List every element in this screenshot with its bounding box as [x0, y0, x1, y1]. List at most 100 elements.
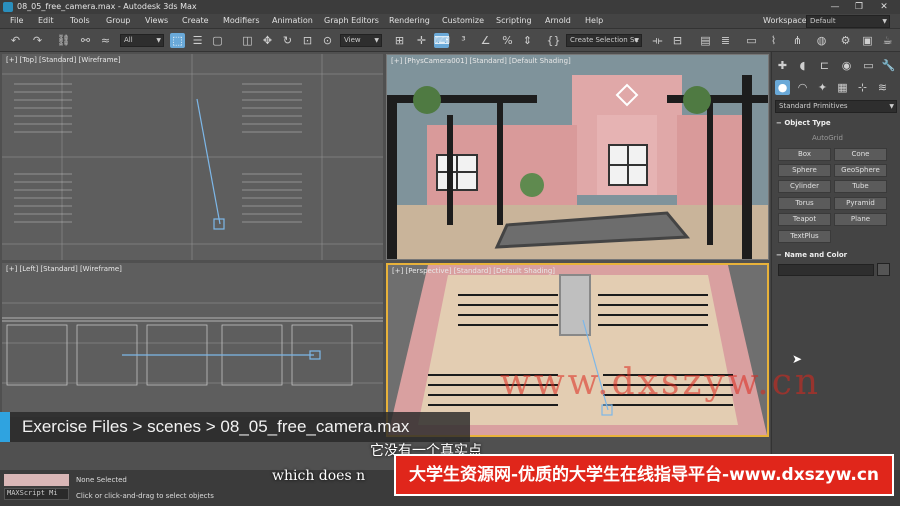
display-tab-icon[interactable]: ▭ [861, 58, 876, 73]
cone-button[interactable]: Cone [834, 148, 887, 161]
pyramid-button[interactable]: Pyramid [834, 197, 887, 210]
sphere-button[interactable]: Sphere [778, 164, 831, 177]
minimize-button[interactable]: — [824, 0, 846, 14]
menu-help[interactable]: Help [585, 16, 603, 25]
named-selection-set-dropdown[interactable]: Create Selection Se ▼ [566, 34, 642, 47]
schematic-view-icon[interactable]: ⋔ [790, 33, 805, 48]
viewport-perspective[interactable]: [+] [Perspective] [Standard] [Default Sh… [386, 263, 769, 437]
object-name-field[interactable] [778, 264, 874, 276]
chevron-down-icon: ▼ [889, 103, 894, 110]
teapot-button[interactable]: Teapot [778, 213, 831, 226]
object-category-value: Standard Primitives [779, 102, 848, 110]
redo-icon[interactable]: ↷ [30, 33, 45, 48]
menu-tools[interactable]: Tools [70, 16, 90, 25]
autogrid-checkbox[interactable]: AutoGrid [812, 134, 843, 142]
lights-icon[interactable]: ✦ [815, 80, 830, 95]
workspace-dropdown[interactable]: Default ▼ [806, 15, 890, 28]
name-color-rollout-header[interactable]: − Name and Color [776, 251, 897, 262]
curve-editor-icon[interactable]: ⌇ [766, 33, 781, 48]
textplus-button[interactable]: TextPlus [778, 230, 831, 243]
render-setup-icon[interactable]: ⚙ [838, 33, 853, 48]
title-bar: 08_05_free_camera.max - Autodesk 3ds Max… [0, 0, 900, 14]
plane-button[interactable]: Plane [834, 213, 887, 226]
name-color-title: Name and Color [784, 251, 848, 259]
material-editor-icon[interactable]: ◍ [814, 33, 829, 48]
modify-tab-icon[interactable]: ◖ [795, 58, 810, 73]
object-color-swatch[interactable] [877, 263, 890, 276]
percent-snap-icon[interactable]: % [500, 33, 515, 48]
link-icon[interactable]: ⛓ [56, 33, 71, 48]
menu-views[interactable]: Views [145, 16, 168, 25]
unlink-icon[interactable]: ⚯ [78, 33, 93, 48]
cameras-icon[interactable]: ▦ [835, 80, 850, 95]
box-button[interactable]: Box [778, 148, 831, 161]
viewport-left-label[interactable]: [+] [Left] [Standard] [Wireframe] [6, 265, 122, 273]
spacewarps-icon[interactable]: ≋ [875, 80, 890, 95]
object-category-dropdown[interactable]: Standard Primitives ▼ [775, 100, 897, 113]
torus-button[interactable]: Torus [778, 197, 831, 210]
keyboard-shortcut-override-icon[interactable]: ⌨ [434, 33, 450, 48]
align-icon[interactable]: ⊟ [670, 33, 685, 48]
layer-explorer-icon[interactable]: ≣ [718, 33, 733, 48]
menu-create[interactable]: Create [182, 16, 209, 25]
region-select-icon[interactable]: ▢ [210, 33, 225, 48]
snaps-toggle-icon[interactable]: ³ [456, 33, 471, 48]
render-production-icon[interactable]: ☕ [880, 33, 895, 48]
geosphere-button[interactable]: GeoSphere [834, 164, 887, 177]
viewport-camera[interactable]: [+] [PhysCamera001] [Standard] [Default … [386, 54, 769, 260]
hierarchy-tab-icon[interactable]: ⊏ [817, 58, 832, 73]
select-by-name-icon[interactable]: ☰ [190, 33, 205, 48]
maxscript-listener-pink[interactable] [4, 474, 69, 486]
mirror-icon[interactable]: ⟛ [650, 33, 665, 48]
motion-tab-icon[interactable]: ◉ [839, 58, 854, 73]
camera-shaded-scene [387, 55, 768, 259]
menu-rendering[interactable]: Rendering [389, 16, 430, 25]
utilities-tab-icon[interactable]: 🔧 [881, 58, 896, 73]
scene-explorer-icon[interactable]: ▤ [698, 33, 713, 48]
viewport-camera-label[interactable]: [+] [PhysCamera001] [Standard] [Default … [391, 57, 571, 65]
subtitle-english: which does n [272, 468, 366, 484]
menu-edit[interactable]: Edit [38, 16, 54, 25]
close-button[interactable]: ✕ [873, 0, 895, 14]
edit-named-selection-icon[interactable]: {} [546, 33, 561, 48]
menu-scripting[interactable]: Scripting [496, 16, 532, 25]
breadcrumb: Exercise Files > scenes > 08_05_free_cam… [0, 412, 470, 442]
object-type-rollout-header[interactable]: − Object Type [776, 119, 897, 130]
undo-icon[interactable]: ↶ [8, 33, 23, 48]
cylinder-button[interactable]: Cylinder [778, 180, 831, 193]
menu-graph-editors[interactable]: Graph Editors [324, 16, 379, 25]
menu-file[interactable]: File [10, 16, 23, 25]
manipulate-icon[interactable]: ✛ [414, 33, 429, 48]
shapes-icon[interactable]: ◠ [795, 80, 810, 95]
window-crossing-icon[interactable]: ◫ [240, 33, 255, 48]
ribbon-toggle-icon[interactable]: ▭ [744, 33, 759, 48]
viewport-top[interactable]: [+] [Top] [Standard] [Wireframe] [2, 54, 383, 260]
pivot-center-icon[interactable]: ⊞ [392, 33, 407, 48]
menu-arnold[interactable]: Arnold [545, 16, 571, 25]
helpers-icon[interactable]: ⊹ [855, 80, 870, 95]
bind-spacewarp-icon[interactable]: ≈ [98, 33, 113, 48]
viewport-perspective-label[interactable]: [+] [Perspective] [Standard] [Default Sh… [392, 267, 555, 275]
reference-coordinate-dropdown[interactable]: View ▼ [340, 34, 382, 47]
viewport-left[interactable]: [+] [Left] [Standard] [Wireframe] [2, 263, 383, 417]
select-object-icon[interactable]: ⬚ [170, 33, 185, 48]
menu-modifiers[interactable]: Modifiers [223, 16, 260, 25]
rotate-icon[interactable]: ↻ [280, 33, 295, 48]
scale-icon[interactable]: ⊡ [300, 33, 315, 48]
menu-customize[interactable]: Customize [442, 16, 484, 25]
spinner-snap-icon[interactable]: ⇕ [520, 33, 535, 48]
geometry-icon[interactable]: ● [775, 80, 790, 95]
move-icon[interactable]: ✥ [260, 33, 275, 48]
maxscript-mini-listener[interactable]: MAXScript Mi [4, 488, 69, 500]
angle-snap-icon[interactable]: ∠ [478, 33, 493, 48]
maximize-button[interactable]: ❐ [848, 0, 870, 14]
tube-button[interactable]: Tube [834, 180, 887, 193]
selection-filter-dropdown[interactable]: All ▼ [120, 34, 164, 47]
menu-animation[interactable]: Animation [272, 16, 313, 25]
menu-group[interactable]: Group [106, 16, 130, 25]
rendered-frame-icon[interactable]: ▣ [860, 33, 875, 48]
menu-bar: File Edit Tools Group Views Create Modif… [0, 14, 900, 29]
create-tab-icon[interactable]: ✚ [775, 58, 790, 73]
placement-icon[interactable]: ⊙ [320, 33, 335, 48]
viewport-top-label[interactable]: [+] [Top] [Standard] [Wireframe] [6, 56, 121, 64]
